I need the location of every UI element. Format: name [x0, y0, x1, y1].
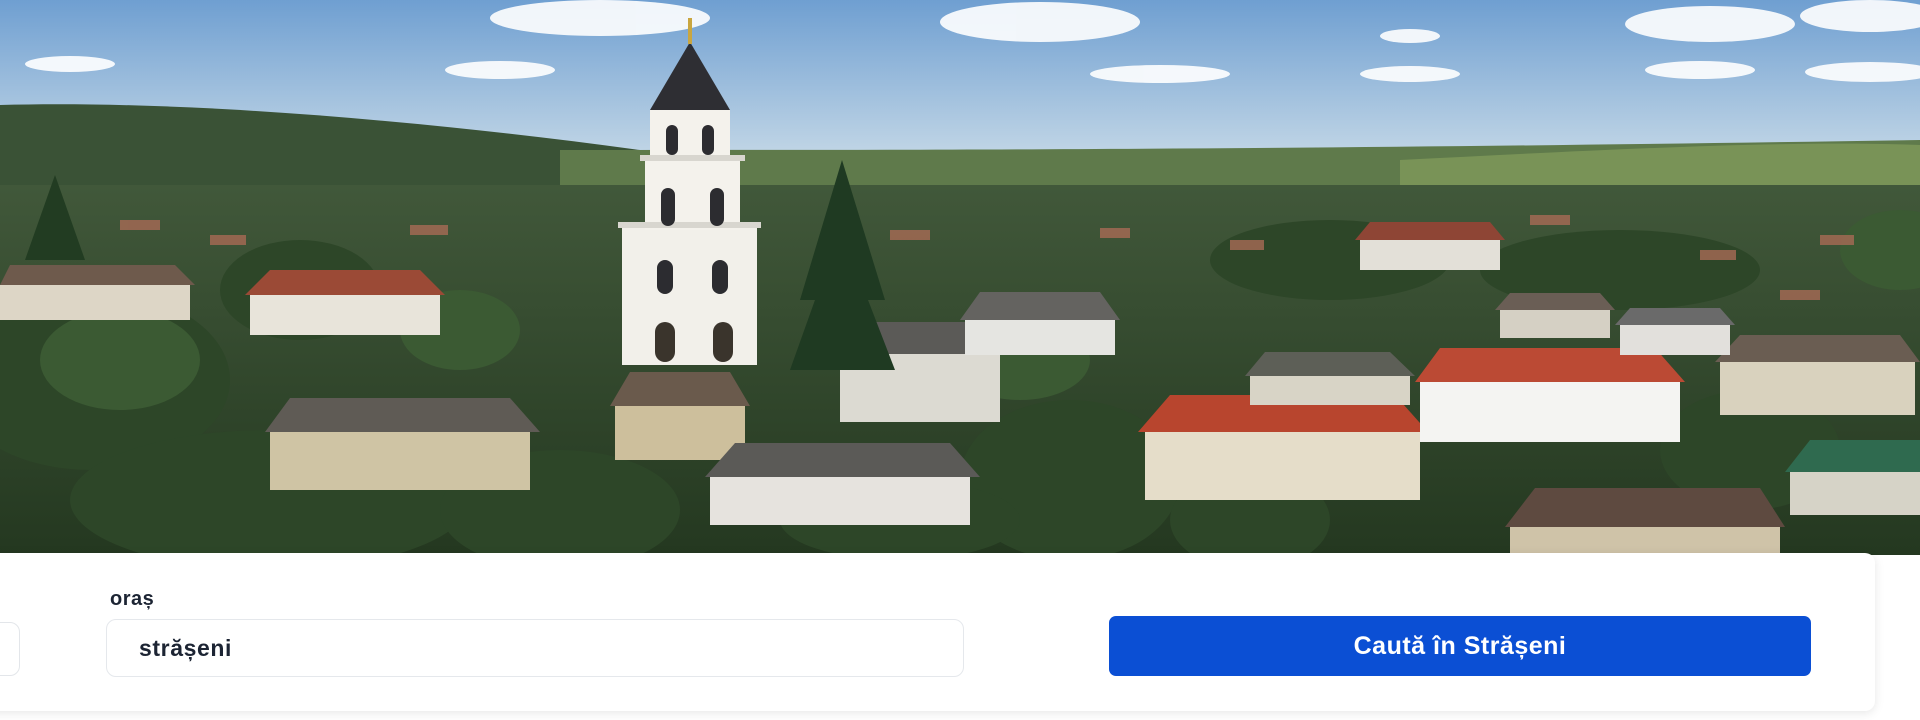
city-field-label: oraș	[110, 588, 155, 610]
search-in-city-button[interactable]: Caută în Strășeni	[1109, 616, 1811, 676]
hero-illustration	[0, 0, 1920, 555]
previous-field-edge[interactable]	[0, 622, 20, 676]
hero-town-photo	[0, 0, 1920, 555]
page: oraș Caută în Strășeni	[0, 0, 1920, 720]
city-input[interactable]	[106, 619, 964, 677]
